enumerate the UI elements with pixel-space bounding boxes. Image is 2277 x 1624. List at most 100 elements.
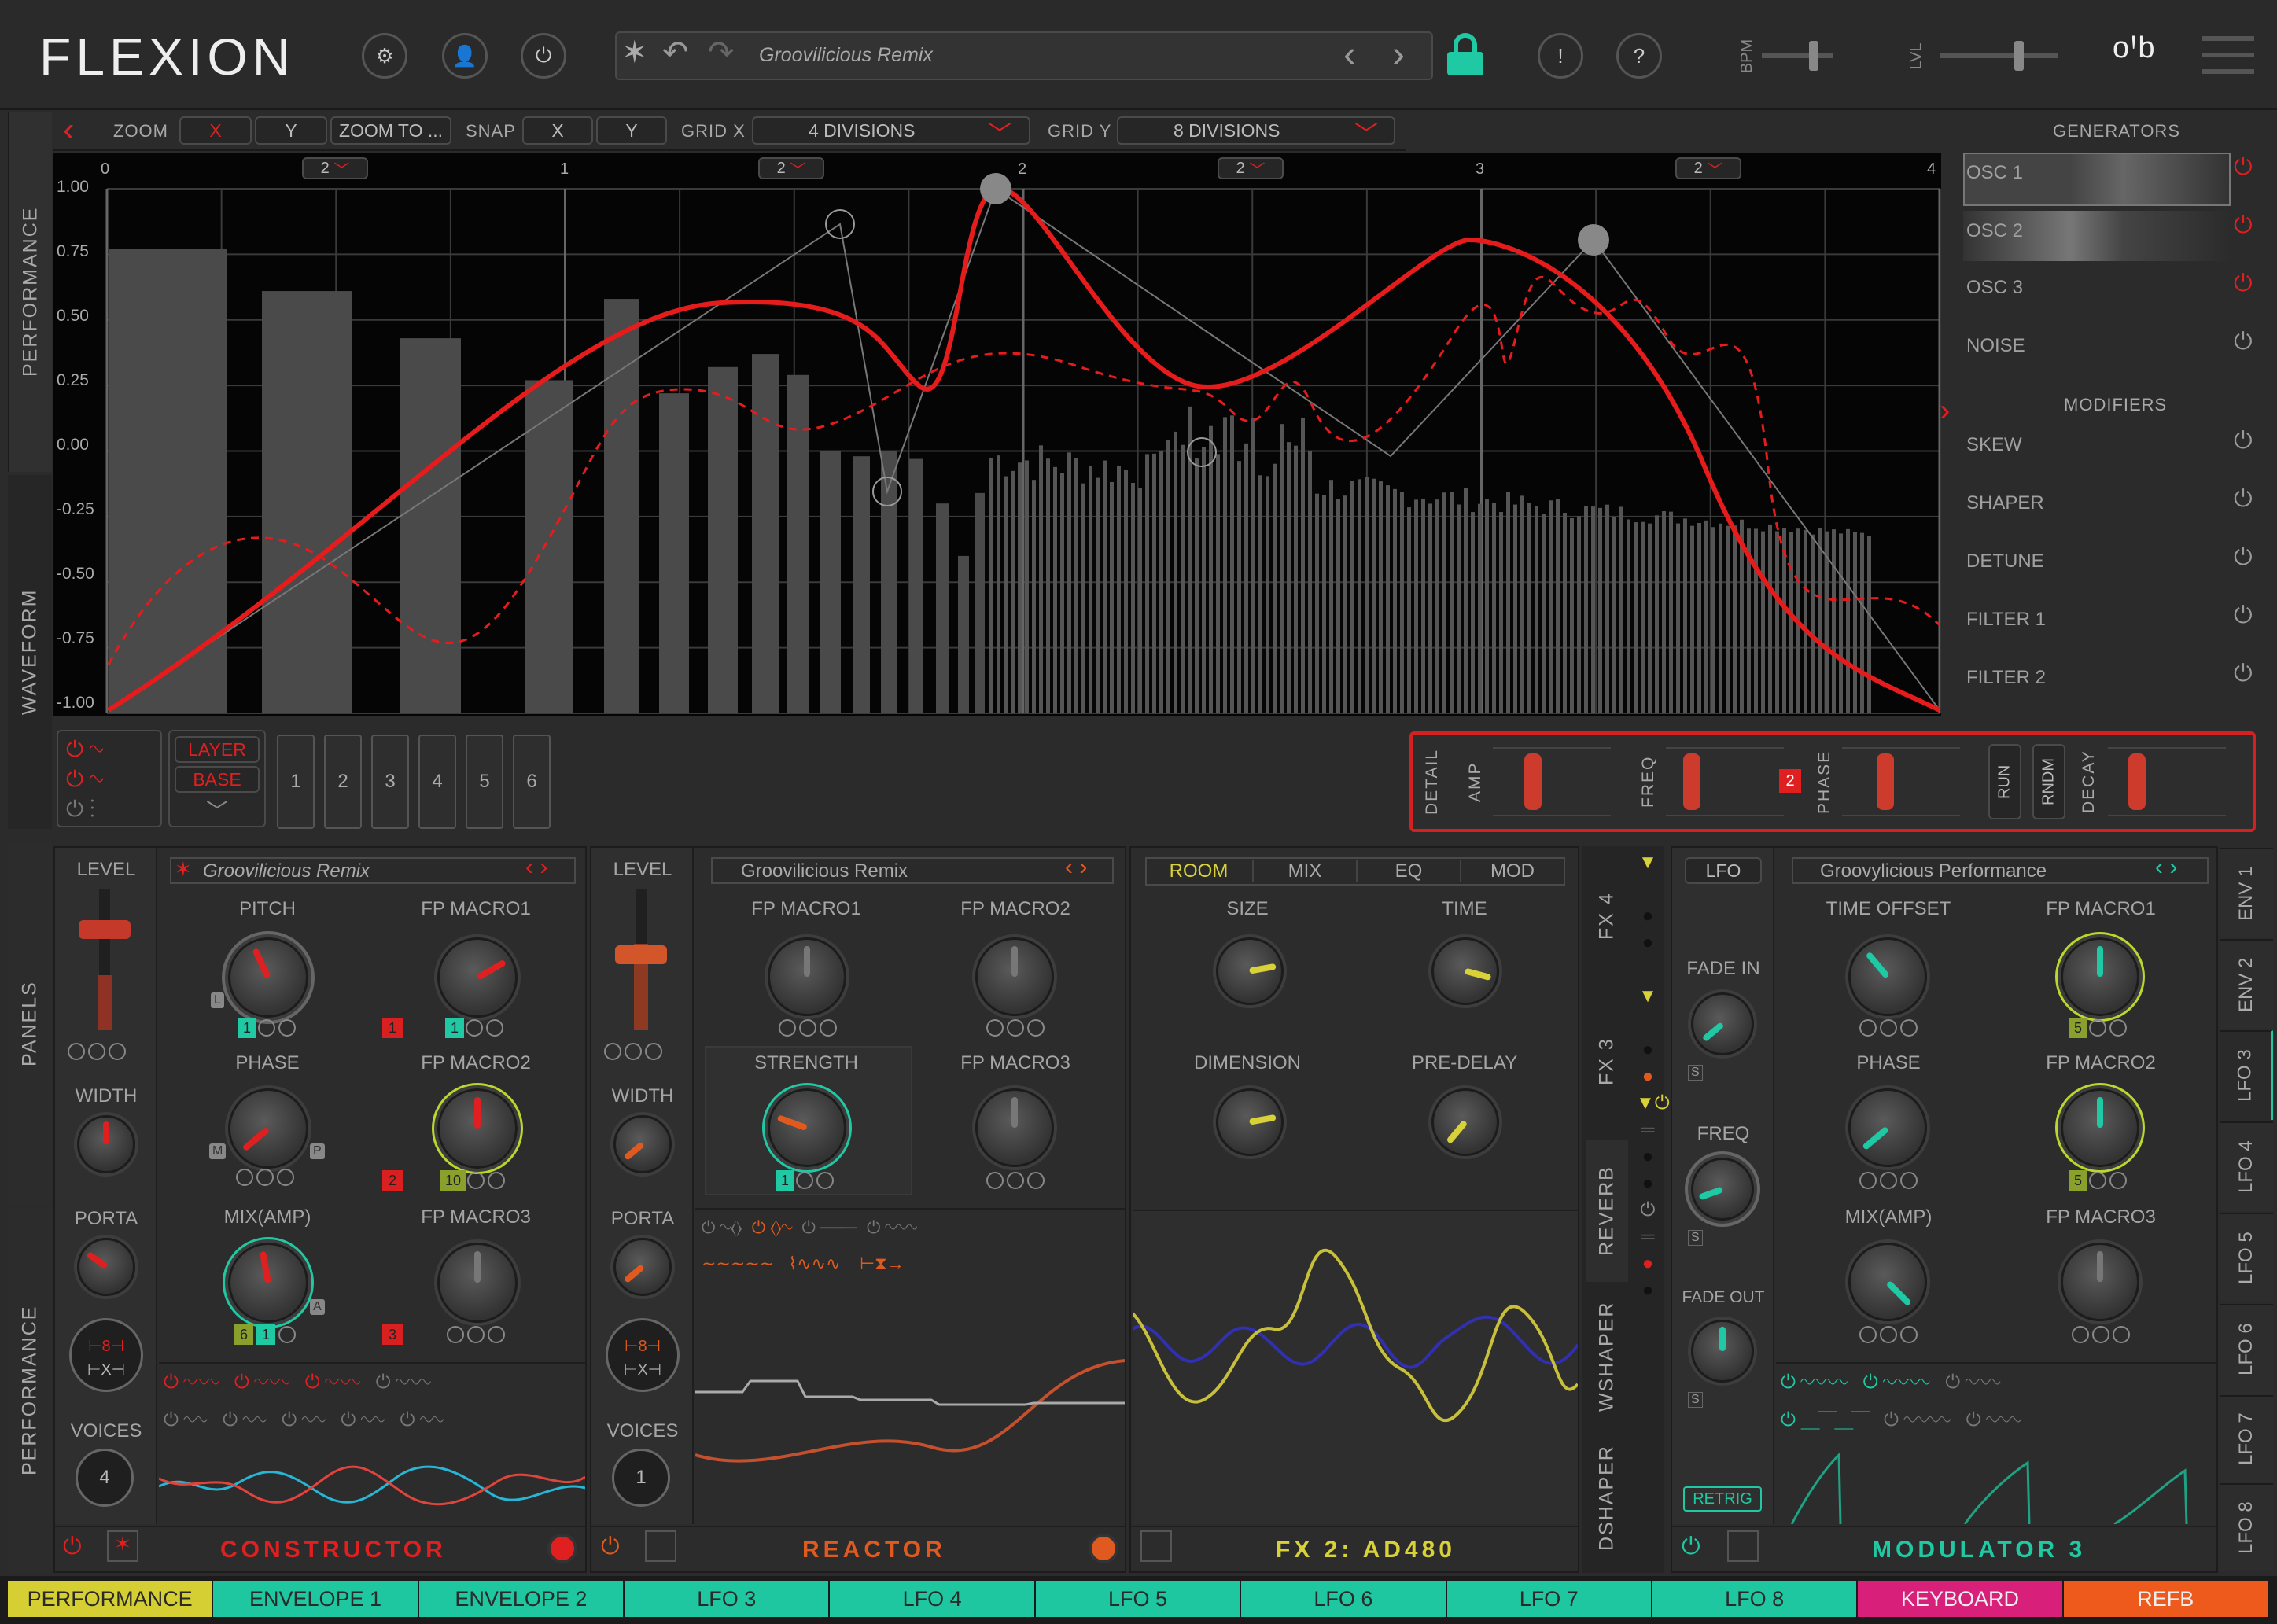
octave-selector[interactable]: ⊢8⊣ ⊢X⊣ — [69, 1318, 143, 1392]
mod-slots[interactable] — [1859, 1172, 1918, 1189]
dimension-knob[interactable] — [1216, 1088, 1284, 1156]
macro2-knob[interactable] — [437, 1088, 518, 1169]
power-icon[interactable]: ⏻ — [63, 1534, 82, 1560]
reactor-octave-selector[interactable]: ⊢8⊣ ⊢X⊣ — [606, 1318, 680, 1392]
mod-slots[interactable] — [467, 1172, 505, 1189]
bottom-tab-3[interactable]: ENVELOPE 2 — [418, 1581, 624, 1617]
warning-button[interactable]: ! — [1538, 33, 1583, 79]
modifier-detune[interactable]: DETUNE — [1966, 551, 2044, 573]
mod-slots[interactable] — [68, 1043, 126, 1060]
reactor-blank-button[interactable] — [645, 1530, 676, 1562]
settings-button[interactable]: ⚙ — [362, 33, 407, 79]
prev-preset-icon[interactable]: ‹ › — [525, 854, 547, 881]
preset-name[interactable]: Groovilicious Remix — [759, 44, 933, 67]
bottom-tab-2[interactable]: ENVELOPE 1 — [213, 1581, 418, 1617]
mod-slots[interactable] — [2072, 1326, 2130, 1343]
tab-lfo-7[interactable]: LFO 7 — [2220, 1395, 2273, 1482]
mod-macro2-knob[interactable] — [2061, 1088, 2139, 1167]
subdivision-badge[interactable]: 2 ﹀ — [1218, 157, 1284, 179]
fx-tab-mix[interactable]: MIX — [1252, 860, 1356, 882]
mod-macro1-knob[interactable] — [2061, 937, 2139, 1016]
reactor-macro3-knob[interactable] — [975, 1088, 1054, 1167]
modifier-filter-2[interactable]: FILTER 2 — [1966, 667, 2046, 689]
generator-osc-2[interactable]: OSC 2 — [1966, 220, 2023, 242]
lvl-slider[interactable] — [1940, 41, 2058, 71]
modulator-wave-selectors[interactable]: ⏻ ∿∿∿∿ ⏻ ∿∿∿∿ ⏻ ∿∿∿ ⏻ ⎽⎺⎽⎺ ⏻ ∿∿∿∿ ⏻ ∿∿∿ — [1776, 1362, 2216, 1444]
macro3-knob[interactable] — [437, 1243, 518, 1323]
fx-tab-room[interactable]: ROOM — [1147, 860, 1251, 882]
amp-slider[interactable] — [1493, 747, 1611, 816]
next-preset-icon[interactable]: › — [1392, 33, 1405, 76]
mod-slots[interactable] — [447, 1326, 505, 1343]
mod-slots[interactable] — [1859, 1326, 1918, 1343]
power-icon[interactable]: ⏻ — [2234, 212, 2253, 239]
layer-wave-selectors[interactable]: ⏻ ∿ ⏻ ∿ ⏻ ⁝ — [57, 730, 162, 827]
fx-slot-dshaper[interactable]: DSHAPER — [1586, 1431, 1628, 1565]
slot-button-1[interactable]: 1 — [277, 735, 315, 829]
fx-slot-indicators[interactable]: ▼ ● ● ▼ ● ● ▼⏻ ═ ● ● ⏻ ═ ● ● — [1636, 849, 1670, 1304]
random-button[interactable]: RNDM — [2032, 744, 2065, 819]
power-icon[interactable]: ⏻ — [2234, 486, 2253, 513]
bottom-tab-9[interactable]: LFO 8 — [1652, 1581, 1857, 1617]
slot-button-2[interactable]: 2 — [324, 735, 362, 829]
favorite-star-icon[interactable]: ✶ — [175, 857, 192, 882]
gridy-dropdown[interactable]: 8 DIVISIONS — [1117, 116, 1395, 145]
voices-selector[interactable]: 4 — [76, 1449, 134, 1507]
mod-mix-knob[interactable] — [1848, 1243, 1927, 1321]
back-arrow-icon[interactable]: ‹ — [63, 110, 75, 149]
subdivision-badge[interactable]: 2 ﹀ — [302, 157, 368, 179]
predelay-knob[interactable] — [1431, 1088, 1499, 1156]
mod-slots[interactable] — [258, 1019, 296, 1037]
time-knob[interactable] — [1431, 937, 1499, 1005]
tab-lfo-5[interactable]: LFO 5 — [2220, 1213, 2273, 1302]
mix-knob[interactable] — [228, 1243, 308, 1323]
reactor-porta-knob[interactable] — [613, 1238, 672, 1296]
power-icon[interactable]: ⏻ — [2234, 329, 2253, 355]
slot-button-3[interactable]: 3 — [371, 735, 409, 829]
snap-x-button[interactable]: X — [522, 116, 593, 145]
freq-slider[interactable] — [1666, 747, 1784, 816]
width-knob[interactable] — [77, 1115, 135, 1173]
prev-preset-icon[interactable]: ‹ › — [1065, 854, 1087, 881]
layer-button[interactable]: LAYER — [175, 736, 260, 763]
constructor-preset-name[interactable]: Groovilicious Remix — [203, 860, 370, 882]
power-icon[interactable]: ⏻ — [1682, 1534, 1700, 1560]
time-offset-knob[interactable] — [1848, 937, 1927, 1016]
mod-macro3-knob[interactable] — [2061, 1243, 2139, 1321]
mod-slots[interactable] — [278, 1326, 296, 1343]
chevron-down-icon[interactable]: ﹀ — [206, 794, 228, 826]
modulator-preset-name[interactable]: Groovylicious Performance — [1820, 860, 2047, 882]
fx-blank-button[interactable] — [1140, 1530, 1172, 1562]
power-icon[interactable]: ⏻ — [2234, 154, 2253, 181]
user-button[interactable]: 👤 — [442, 33, 488, 79]
tab-env-1[interactable]: ENV 1 — [2220, 848, 2273, 937]
bottom-tab-1[interactable]: PERFORMANCE — [8, 1581, 212, 1617]
mod-slots[interactable] — [236, 1169, 294, 1186]
tab-lfo-8[interactable]: LFO 8 — [2220, 1483, 2273, 1571]
tab-lfo-6[interactable]: LFO 6 — [2220, 1304, 2273, 1394]
mod-slots[interactable] — [986, 1172, 1045, 1189]
record-button[interactable] — [551, 1537, 574, 1560]
modifier-shaper[interactable]: SHAPER — [1966, 492, 2044, 514]
mod-slots[interactable] — [604, 1043, 662, 1060]
fadein-knob[interactable] — [1691, 992, 1754, 1055]
waveform-graph[interactable] — [53, 153, 1941, 716]
tab-performance-top[interactable]: PERFORMANCE — [8, 112, 52, 472]
generator-osc-1[interactable]: OSC 1 — [1966, 162, 2023, 184]
snap-y-button[interactable]: Y — [596, 116, 667, 145]
record-button[interactable] — [1092, 1537, 1115, 1560]
modifier-skew[interactable]: SKEW — [1966, 434, 2022, 456]
bottom-tab-7[interactable]: LFO 6 — [1241, 1581, 1446, 1617]
decay-slider[interactable] — [2108, 747, 2226, 816]
expand-arrow-icon[interactable]: › — [1940, 393, 1950, 429]
favorite-star-icon[interactable]: ✶ — [107, 1530, 138, 1562]
reactor-preset-name[interactable]: Groovilicious Remix — [741, 860, 908, 882]
fx-slot-4[interactable]: FX 4 — [1586, 849, 1628, 983]
power-icon[interactable]: ⏻ — [601, 1534, 620, 1560]
favorite-star-icon[interactable]: ✶ — [621, 35, 648, 71]
bottom-tab-6[interactable]: LFO 5 — [1035, 1581, 1240, 1617]
power-icon[interactable]: ⏻ — [2234, 428, 2253, 455]
tab-panels[interactable]: PANELS — [8, 843, 52, 1205]
bpm-slider[interactable] — [1762, 41, 1833, 71]
power-icon[interactable]: ⏻ — [2234, 602, 2253, 629]
